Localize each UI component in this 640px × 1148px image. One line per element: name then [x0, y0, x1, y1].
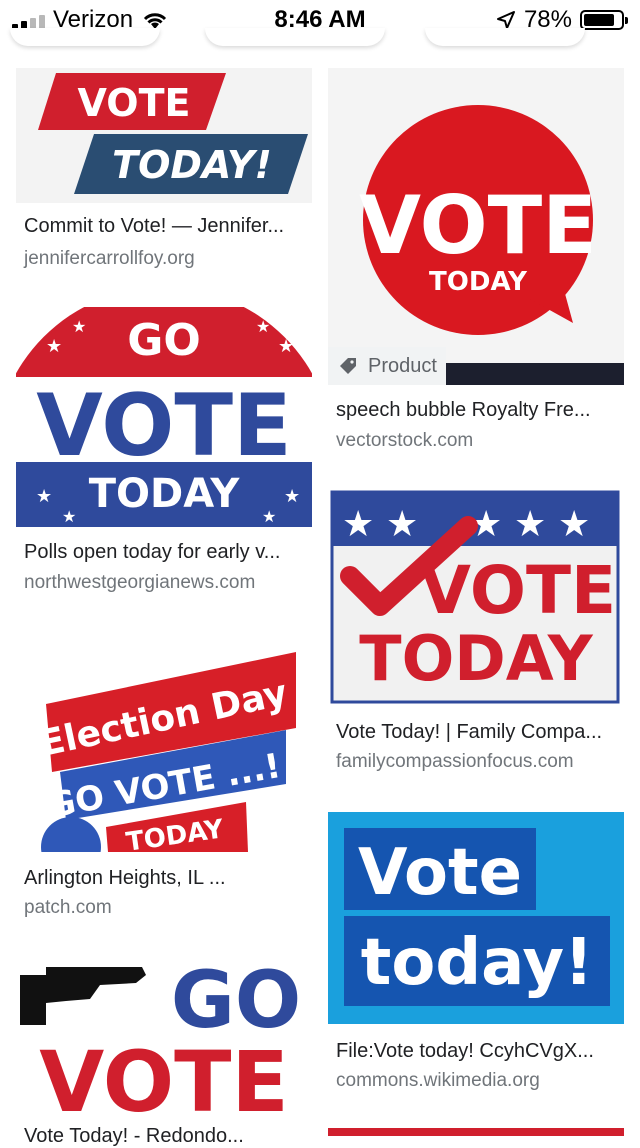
image-text: today! [361, 926, 594, 1000]
result-card[interactable]: GO VOTE TODAY ★ ★ ★ ★ ★ ★ ★ ★ Polls open tod… [16, 307, 312, 607]
result-card[interactable]: ★ ★ ★ ★ ★ VOTE TODAY Vote Today! | Family C… [328, 488, 624, 788]
svg-text:★: ★ [342, 503, 374, 544]
filter-chip[interactable] [205, 28, 385, 46]
result-domain[interactable]: northwestgeorgianews.com [24, 572, 255, 594]
svg-text:★: ★ [262, 509, 276, 526]
svg-text:★: ★ [514, 503, 546, 544]
svg-text:★: ★ [62, 509, 76, 526]
speech-bubble-vote-image: VOTE TODAY [328, 105, 624, 385]
image-text: TODAY [89, 471, 241, 517]
result-card[interactable]: VOTE TODAY Product speech bubble Royalty… [328, 68, 624, 458]
result-card[interactable]: GO VOTE Vote Today! - Redondo... [16, 955, 312, 1147]
location-arrow-icon [496, 11, 515, 29]
vote-today-blue-image: Vote today! [328, 812, 624, 1024]
result-domain[interactable]: familycompassionfocus.com [336, 751, 574, 773]
image-text: Vote [358, 836, 522, 910]
result-card[interactable]: VOTE TODAY! Commit to Vote! — Jennifer..… [16, 68, 312, 288]
product-badge: Product [328, 347, 446, 385]
result-domain[interactable]: jennifercarrollfoy.org [24, 248, 195, 270]
result-card[interactable] [328, 1128, 624, 1136]
vote-today-checkmark-image: ★ ★ ★ ★ ★ VOTE TODAY [330, 490, 620, 704]
vote-today-banner-image: VOTE TODAY! [38, 73, 308, 194]
tag-icon [340, 358, 356, 374]
filter-chip[interactable] [425, 28, 585, 46]
image-text: VOTE [39, 1033, 289, 1115]
image-text: VOTE [359, 179, 597, 272]
svg-text:★: ★ [284, 486, 300, 506]
filter-chip[interactable] [10, 28, 160, 46]
result-title[interactable]: Vote Today! - Redondo... [24, 1125, 244, 1148]
result-title[interactable]: Arlington Heights, IL ... [24, 867, 226, 890]
result-domain[interactable]: commons.wikimedia.org [336, 1070, 540, 1092]
svg-text:★: ★ [558, 503, 590, 544]
result-card[interactable]: Vote today! File:Vote today! CcyhCVgX...… [328, 812, 624, 1102]
result-domain[interactable]: patch.com [24, 897, 112, 919]
result-thumbnail[interactable]: GO VOTE TODAY ★ ★ ★ ★ ★ ★ ★ ★ [16, 307, 312, 527]
go-vote-pointing-hand-image: GO VOTE [20, 956, 301, 1115]
result-title[interactable]: Vote Today! | Family Compa... [336, 721, 602, 744]
result-title[interactable]: File:Vote today! CcyhCVgX... [336, 1040, 594, 1063]
result-title[interactable]: Polls open today for early v... [24, 541, 280, 564]
result-title[interactable]: Commit to Vote! — Jennifer... [24, 215, 284, 238]
svg-text:★: ★ [72, 319, 86, 336]
image-text: GO [127, 315, 201, 366]
result-domain[interactable]: vectorstock.com [336, 430, 473, 452]
svg-text:★: ★ [278, 336, 294, 356]
result-title[interactable]: speech bubble Royalty Fre... [336, 399, 591, 422]
result-thumbnail[interactable]: Vote today! [328, 812, 624, 1024]
result-thumbnail[interactable]: VOTE TODAY! [16, 68, 312, 203]
svg-text:★: ★ [36, 486, 52, 506]
svg-text:★: ★ [386, 503, 418, 544]
result-thumbnail[interactable]: ★ ★ ★ ★ ★ VOTE TODAY [328, 488, 624, 705]
election-day-banner-image: Election Day GO VOTE ...! TODAY [36, 652, 296, 852]
result-thumbnail[interactable]: VOTE TODAY Product [328, 68, 624, 385]
image-text: VOTE [36, 376, 292, 476]
svg-text:★: ★ [46, 336, 62, 356]
image-text: TODAY [359, 622, 594, 695]
result-thumbnail[interactable]: Election Day GO VOTE ...! TODAY [16, 632, 312, 852]
image-text: VOTE [78, 81, 191, 125]
image-text: VOTE [420, 552, 616, 629]
image-text: TODAY [429, 267, 528, 297]
image-text: TODAY! [112, 143, 272, 187]
result-thumbnail[interactable]: GO VOTE [16, 955, 312, 1115]
result-thumbnail[interactable] [328, 1128, 624, 1136]
svg-text:★: ★ [256, 319, 270, 336]
result-card[interactable]: Election Day GO VOTE ...! TODAY Arlingto… [16, 632, 312, 932]
go-vote-today-button-image: GO VOTE TODAY ★ ★ ★ ★ ★ ★ ★ ★ [16, 307, 312, 527]
battery-icon [580, 10, 628, 30]
product-badge-label: Product [368, 354, 437, 377]
filter-chips [0, 28, 640, 46]
